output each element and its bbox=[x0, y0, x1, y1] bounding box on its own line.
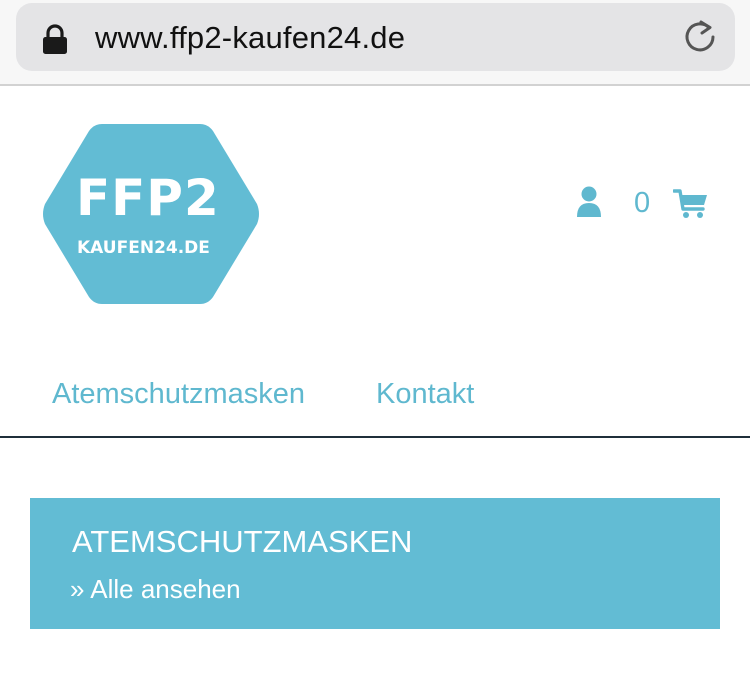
url-text: www.ffp2-kaufen24.de bbox=[95, 20, 406, 55]
category-title: ATEMSCHUTZMASKEN bbox=[72, 524, 413, 559]
nav-link-kontakt[interactable]: Kontakt bbox=[376, 376, 474, 412]
lock-icon bbox=[43, 24, 67, 54]
view-all-link[interactable]: » Alle ansehen bbox=[70, 573, 241, 605]
address-bar[interactable]: www.ffp2-kaufen24.de bbox=[16, 3, 735, 71]
nav-link-atemschutzmasken[interactable]: Atemschutzmasken bbox=[52, 376, 305, 412]
logo-title: FFP2 bbox=[76, 169, 220, 227]
logo-subtitle: KAUFEN24.DE bbox=[77, 238, 210, 258]
user-icon[interactable] bbox=[576, 186, 602, 218]
reload-icon[interactable] bbox=[680, 17, 720, 57]
shopping-cart-icon[interactable] bbox=[673, 189, 709, 219]
browser-toolbar: www.ffp2-kaufen24.de bbox=[0, 0, 750, 86]
category-banner[interactable]: ATEMSCHUTZMASKEN » Alle ansehen bbox=[30, 498, 720, 629]
main-navigation: Atemschutzmasken Kontakt bbox=[0, 360, 750, 438]
cart-count[interactable]: 0 bbox=[634, 186, 650, 220]
